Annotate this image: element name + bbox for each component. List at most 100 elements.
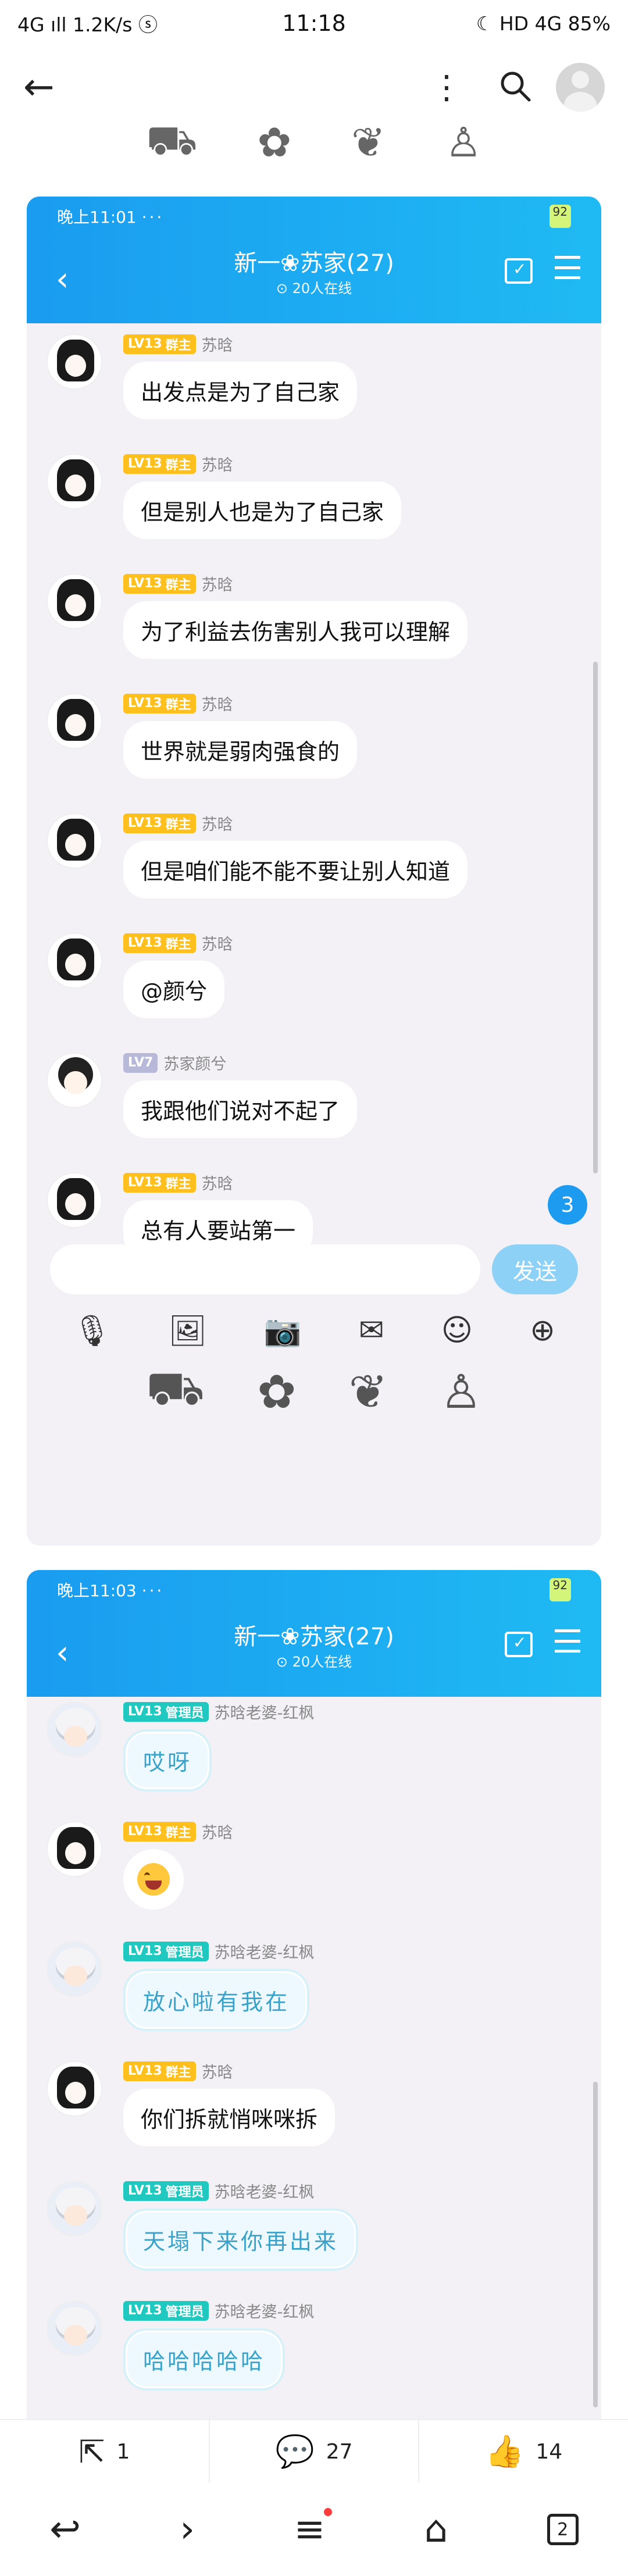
- message-input[interactable]: [50, 1244, 480, 1294]
- share-icon: ⇱: [78, 2433, 105, 2470]
- bug-icon[interactable]: ❦: [349, 1365, 388, 1419]
- accessibility-icon[interactable]: ♙: [440, 1365, 482, 1419]
- message-bubble[interactable]: 出发点是为了自己家: [123, 362, 358, 419]
- role-badge: 群主: [165, 577, 191, 593]
- inner-status-dots: ···: [141, 1581, 165, 1600]
- message-list[interactable]: LV13 管理员 苏晗老婆-红枫 哎呀 LV13 群主 苏晗 LV13 管理员 苏晗老婆-红…: [27, 1697, 601, 2416]
- avatar[interactable]: [47, 2181, 102, 2236]
- calendar-check-icon[interactable]: [505, 1632, 533, 1657]
- avatar[interactable]: [47, 1941, 102, 1997]
- sender-name: 苏晗老婆-红枫: [214, 2183, 315, 2202]
- level-badge: LV13: [128, 936, 162, 950]
- chat-header: 晚上11:01 ··· 92 ‹ 新一❀苏家(27) ⊙ 20人在线: [27, 197, 601, 323]
- level-badge: LV13: [128, 1944, 162, 1958]
- scrollbar[interactable]: [593, 662, 598, 1173]
- sender-name: 苏晗: [201, 696, 233, 714]
- level-badge: LV13: [128, 576, 162, 591]
- avatar[interactable]: [47, 693, 102, 749]
- message: LV13 管理员 苏晗老婆-红枫 放心啦有我在: [27, 1936, 601, 2056]
- message-bubble[interactable]: 哈哈哈哈哈: [123, 2328, 286, 2391]
- plus-icon[interactable]: ⊕: [530, 1313, 555, 1348]
- message-bubble[interactable]: 但是咱们能不能不要让别人知道: [123, 841, 468, 898]
- sender-name: 苏晗: [201, 1175, 233, 1193]
- like-count: 14: [536, 2439, 563, 2464]
- share-button[interactable]: ⇱ 1: [0, 2420, 210, 2483]
- inner-status-dots: ···: [141, 208, 165, 227]
- avatar[interactable]: [47, 2061, 102, 2117]
- message-bubble[interactable]: 哎呀: [123, 1729, 212, 1792]
- avatar[interactable]: [47, 1821, 102, 1877]
- avatar[interactable]: [47, 813, 102, 869]
- post-action-bar: ⇱ 1 💬 27 👍 14: [0, 2419, 628, 2483]
- level-badge: LV13: [128, 2303, 162, 2318]
- sender-name: 苏晗老婆-红枫: [214, 2303, 315, 2321]
- back-arrow-icon[interactable]: ←: [23, 66, 55, 109]
- message: LV13 管理员 苏晗老婆-红枫 哎呀: [27, 1697, 601, 1817]
- microphone-icon[interactable]: 🎙: [73, 1313, 111, 1348]
- avatar[interactable]: [47, 573, 102, 629]
- flower-icon[interactable]: ✿: [257, 1365, 296, 1419]
- message-list[interactable]: LV13 群主 苏晗 出发点是为了自己家 LV13 群主 苏晗 但是别人也是为了自己家 …: [27, 323, 601, 1287]
- truck-icon[interactable]: ⛟: [146, 1361, 205, 1422]
- camera-icon[interactable]: 📷: [264, 1313, 302, 1348]
- more-options-icon[interactable]: ⋮: [430, 69, 463, 106]
- battery-indicator: ☾ HD 4G 85%: [476, 12, 611, 35]
- message: LV13 群主 苏晗 出发点是为了自己家: [27, 329, 601, 449]
- avatar[interactable]: [47, 933, 102, 989]
- avatar[interactable]: [47, 2300, 102, 2356]
- role-badge: 群主: [165, 2065, 191, 2080]
- role-badge: 群主: [165, 1176, 191, 1191]
- inner-battery: 92: [549, 1578, 571, 1601]
- avatar[interactable]: [47, 334, 102, 390]
- role-badge: 群主: [165, 338, 191, 353]
- level-badge: LV13: [128, 2183, 162, 2198]
- message: LV13 群主 苏晗 为了利益去伤害别人我可以理解: [27, 569, 601, 688]
- message: LV13 群主 苏晗: [27, 1817, 601, 1936]
- level-badge: LV13: [128, 1704, 162, 1719]
- avatar[interactable]: [47, 1701, 102, 1757]
- home-icon[interactable]: ⌂: [424, 2508, 448, 2551]
- unread-count-badge[interactable]: 3: [548, 1185, 587, 1225]
- message-bubble[interactable]: 世界就是弱肉强食的: [123, 721, 358, 779]
- undo-back-icon[interactable]: ↩: [49, 2508, 81, 2551]
- comment-icon: 💬: [275, 2433, 315, 2470]
- image-icon[interactable]: 🖼: [168, 1313, 206, 1348]
- avatar[interactable]: [47, 454, 102, 509]
- message: LV13 群主 苏晗 但是别人也是为了自己家: [27, 449, 601, 569]
- message-bubble[interactable]: 放心啦有我在: [123, 1969, 310, 2031]
- message-bubble[interactable]: 但是别人也是为了自己家: [123, 481, 402, 539]
- message: LV13 群主 苏晗 你们拆就悄咪咪拆: [27, 2056, 601, 2176]
- comment-button[interactable]: 💬 27: [210, 2420, 420, 2483]
- avatar[interactable]: [47, 1172, 102, 1228]
- send-button[interactable]: 发送: [492, 1244, 578, 1294]
- user-avatar[interactable]: [556, 63, 605, 112]
- tabs-count-button[interactable]: 2: [547, 2514, 579, 2545]
- sender-name: 苏晗老婆-红枫: [214, 1944, 315, 1962]
- message-bubble[interactable]: 你们拆就悄咪咪拆: [123, 2089, 336, 2146]
- menu-icon[interactable]: ≡: [294, 2508, 333, 2551]
- message-bubble[interactable]: 我跟他们说对不起了: [123, 1080, 358, 1138]
- system-status-bar: 4G ıll 1.2K/s ⓢ 11:18 ☾ HD 4G 85%: [0, 0, 628, 47]
- menu-icon[interactable]: [555, 256, 580, 279]
- like-button[interactable]: 👍 14: [419, 2420, 628, 2483]
- menu-icon[interactable]: [555, 1629, 580, 1653]
- share-count: 1: [116, 2439, 130, 2464]
- forward-chevron-icon[interactable]: ›: [180, 2508, 195, 2551]
- message-bubble[interactable]: [123, 1849, 184, 1910]
- scrollbar[interactable]: [593, 2082, 598, 2407]
- level-badge: LV13: [128, 1175, 162, 1190]
- calendar-check-icon[interactable]: [505, 258, 533, 284]
- input-toolbar: 🎙 🖼 📷 ✉ ☺ ⊕: [27, 1307, 601, 1354]
- emoji-icon[interactable]: ☺: [441, 1313, 473, 1348]
- thumbs-up-icon: 👍: [485, 2433, 524, 2470]
- message-bubble[interactable]: 为了利益去伤害别人我可以理解: [123, 601, 468, 659]
- level-badge: LV7: [123, 1052, 158, 1073]
- red-packet-icon[interactable]: ✉: [359, 1313, 384, 1348]
- message-bubble[interactable]: @颜兮: [123, 961, 225, 1018]
- message-input-bar: 发送: [27, 1237, 601, 1301]
- search-icon[interactable]: [498, 69, 533, 106]
- sender-name: 苏晗: [201, 816, 233, 834]
- avatar[interactable]: [47, 1052, 102, 1108]
- sender-name: 苏晗老婆-红枫: [214, 1704, 315, 1722]
- message-bubble[interactable]: 天塌下来你再出来: [123, 2208, 359, 2271]
